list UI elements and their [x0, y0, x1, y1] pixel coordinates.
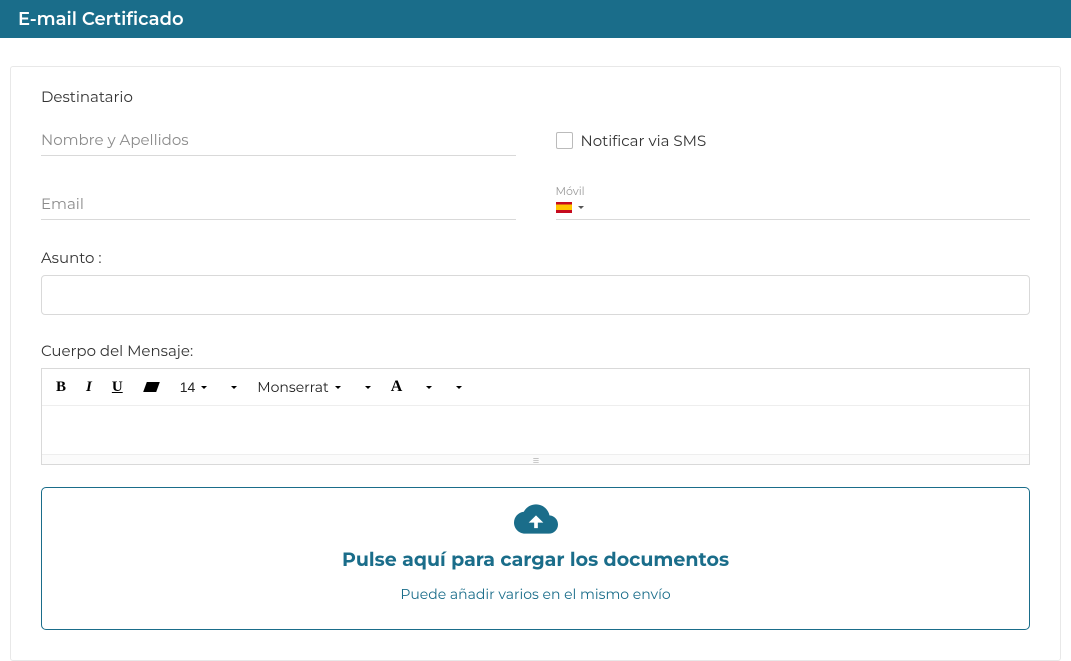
italic-button[interactable]: I	[80, 376, 98, 399]
page-title: E-mail Certificado	[18, 8, 184, 30]
notify-sms-wrapper: Notificar via SMS	[556, 125, 1031, 156]
font-size-select[interactable]: 14	[174, 376, 214, 398]
rich-text-editor: B I U 14 Monserrat A ≡	[41, 368, 1030, 465]
chevron-down-icon	[456, 386, 462, 389]
underline-button[interactable]: U	[106, 376, 129, 399]
chevron-down-icon	[231, 386, 237, 389]
form-card: Destinatario Notificar via SMS Móvil	[10, 66, 1061, 661]
message-body-input[interactable]	[42, 406, 1029, 454]
mobile-label: Móvil	[556, 184, 1031, 198]
subject-label: Asunto :	[41, 248, 1030, 267]
font-color-more[interactable]	[416, 383, 438, 392]
recipient-row-1: Notificar via SMS	[41, 120, 1030, 166]
font-color-extra[interactable]	[446, 383, 468, 392]
email-field-wrapper	[41, 184, 516, 220]
font-family-more[interactable]	[355, 383, 377, 392]
subject-input[interactable]	[41, 275, 1030, 315]
notify-sms-label[interactable]: Notificar via SMS	[581, 131, 707, 150]
name-field-wrapper	[41, 120, 516, 156]
mobile-field-wrapper: Móvil	[556, 184, 1031, 220]
chevron-down-icon	[426, 386, 432, 389]
font-color-button[interactable]: A	[385, 375, 409, 399]
recipient-section-label: Destinatario	[41, 87, 1030, 106]
font-family-select[interactable]: Monserrat	[251, 375, 346, 399]
chevron-down-icon	[365, 386, 371, 389]
recipient-row-2: Móvil	[41, 184, 1030, 230]
bold-button[interactable]: B	[50, 376, 72, 399]
chevron-down-icon	[578, 206, 584, 209]
email-input[interactable]	[41, 184, 516, 220]
name-input[interactable]	[41, 120, 516, 156]
grip-icon: ≡	[533, 458, 538, 462]
mobile-country-select[interactable]	[556, 198, 1031, 220]
dropzone-title: Pulse aquí para cargar los documentos	[52, 548, 1019, 571]
eraser-button[interactable]	[137, 379, 166, 395]
flag-icon	[556, 202, 572, 213]
dropzone-subtitle: Puede añadir varios en el mismo envío	[52, 585, 1019, 603]
cloud-upload-icon	[52, 502, 1019, 540]
font-size-more[interactable]	[221, 383, 243, 392]
page-title-bar: E-mail Certificado	[0, 0, 1071, 38]
notify-sms-checkbox[interactable]	[556, 132, 573, 149]
chevron-down-icon	[201, 386, 207, 389]
upload-dropzone[interactable]: Pulse aquí para cargar los documentos Pu…	[41, 487, 1030, 630]
chevron-down-icon	[335, 386, 341, 389]
editor-resize-handle[interactable]: ≡	[42, 454, 1029, 464]
editor-toolbar: B I U 14 Monserrat A	[42, 369, 1029, 406]
page-root: E-mail Certificado Destinatario Notifica…	[0, 0, 1071, 661]
message-body-label: Cuerpo del Mensaje:	[41, 341, 1030, 360]
eraser-icon	[143, 382, 160, 392]
